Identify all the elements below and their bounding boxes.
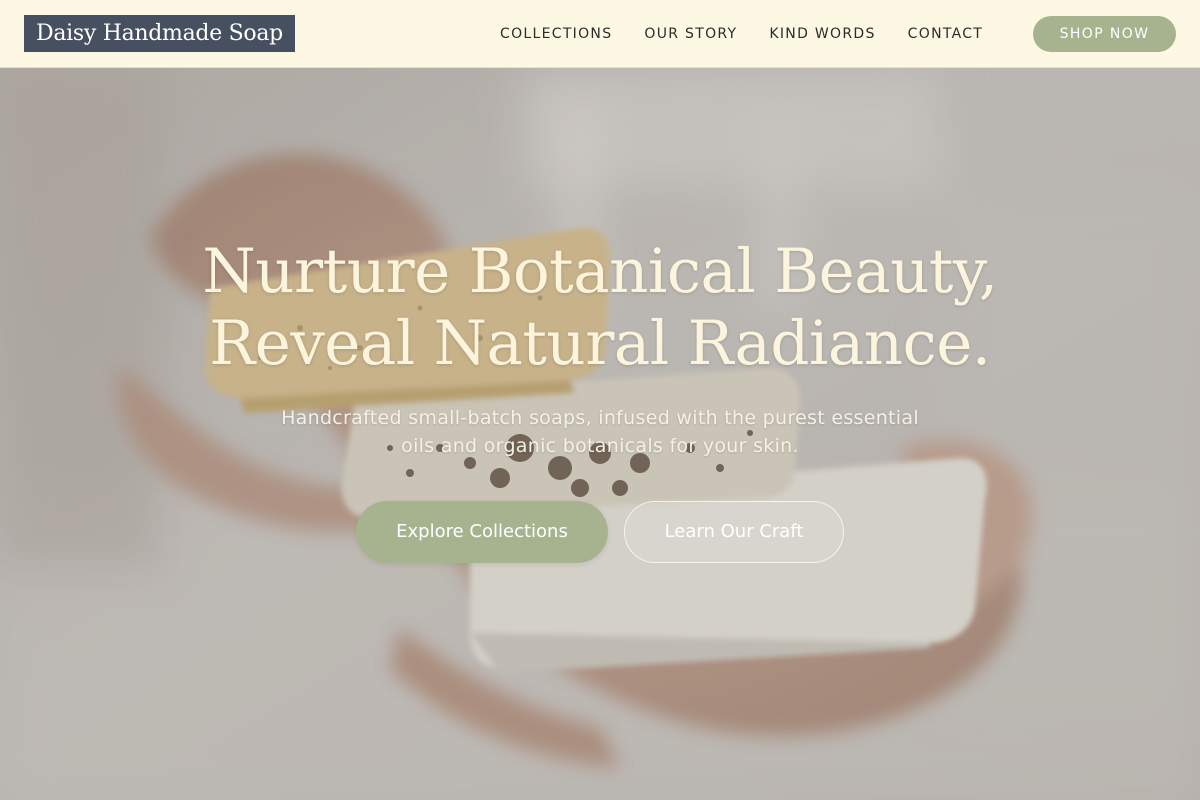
explore-collections-button[interactable]: Explore Collections <box>356 501 608 563</box>
nav-item-collections[interactable]: COLLECTIONS <box>500 26 612 42</box>
hero-section: Nurture Botanical Beauty, Reveal Natural… <box>0 68 1200 800</box>
shop-now-button[interactable]: SHOP NOW <box>1033 16 1176 52</box>
site-logo[interactable]: Daisy Handmade Soap <box>24 15 295 52</box>
main-nav: COLLECTIONS OUR STORY KIND WORDS CONTACT <box>500 0 1015 68</box>
nav-item-our-story[interactable]: OUR STORY <box>644 26 737 42</box>
page: Daisy Handmade Soap COLLECTIONS OUR STOR… <box>0 0 1200 800</box>
site-header: Daisy Handmade Soap COLLECTIONS OUR STOR… <box>0 0 1200 68</box>
hero-title-line-2: Reveal Natural Radiance. <box>209 308 991 379</box>
hero-subtitle-line-2: oils and organic botanicals for your ski… <box>401 435 799 457</box>
hero-subtitle: Handcrafted small-batch soaps, infused w… <box>240 404 960 460</box>
hero-title-line-1: Nurture Botanical Beauty, <box>202 236 998 307</box>
hero-title: Nurture Botanical Beauty, Reveal Natural… <box>100 236 1100 380</box>
learn-our-craft-button[interactable]: Learn Our Craft <box>624 501 844 563</box>
nav-item-kind-words[interactable]: KIND WORDS <box>769 26 875 42</box>
nav-item-contact[interactable]: CONTACT <box>908 26 984 42</box>
hero-subtitle-line-1: Handcrafted small-batch soaps, infused w… <box>281 407 919 429</box>
